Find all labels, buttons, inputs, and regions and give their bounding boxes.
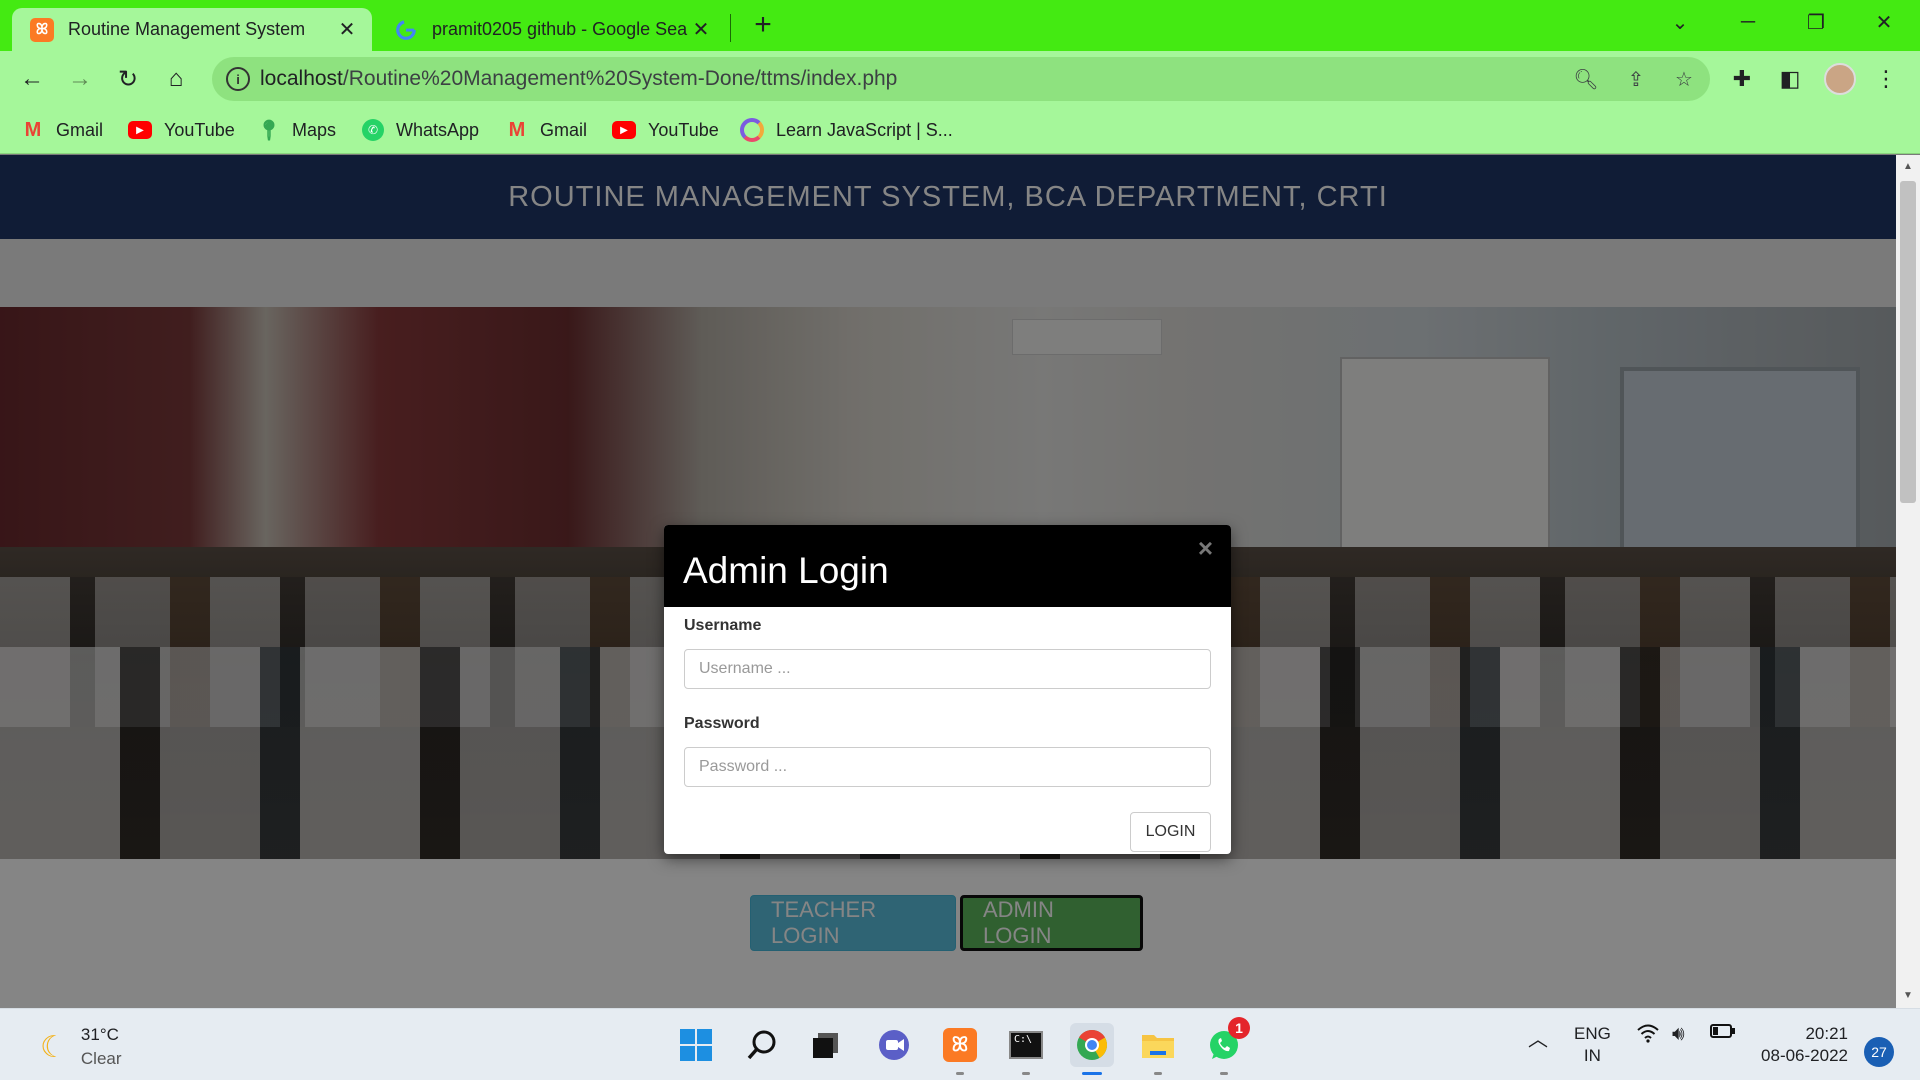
battery-icon[interactable] — [1710, 1023, 1736, 1039]
bookmark-youtube[interactable]: ▶ YouTube — [128, 116, 235, 144]
youtube-icon: ▶ — [612, 121, 636, 139]
running-indicator — [1220, 1072, 1228, 1075]
bookmark-gmail-2[interactable]: M Gmail — [506, 116, 587, 144]
youtube-icon: ▶ — [128, 121, 152, 139]
notification-count-badge[interactable]: 27 — [1864, 1037, 1894, 1067]
running-indicator — [1022, 1072, 1030, 1075]
browser-toolbar: ← → ↻ ⌂ i localhost/Routine%20Management… — [0, 51, 1920, 106]
gmail-icon: M — [24, 118, 42, 141]
zoom-icon[interactable]: 🔍︎ — [1572, 65, 1600, 93]
password-placeholder: Password ... — [699, 758, 788, 775]
modal-header: Admin Login × — [664, 525, 1231, 607]
close-tab-icon[interactable]: ✕ — [334, 17, 360, 43]
extensions-icon[interactable]: ✚ — [1724, 61, 1760, 97]
tab-search-icon[interactable]: ⌄ — [1660, 4, 1700, 40]
scrollbar-thumb[interactable] — [1900, 181, 1916, 503]
task-view-icon[interactable] — [804, 1023, 848, 1067]
web-page: ROUTINE MANAGEMENT SYSTEM, BCA DEPARTMEN… — [0, 155, 1896, 1008]
reload-icon[interactable]: ↻ — [110, 61, 146, 97]
teams-chat-icon[interactable] — [872, 1023, 916, 1067]
whatsapp-icon: ✆ — [362, 119, 384, 141]
home-icon[interactable]: ⌂ — [158, 61, 194, 97]
url-text[interactable]: localhost/Routine%20Management%20System-… — [260, 67, 897, 91]
admin-login-modal: Admin Login × Username Username ... Pass… — [664, 525, 1231, 854]
chrome-icon[interactable] — [1070, 1023, 1114, 1075]
minimize-icon[interactable]: ─ — [1728, 4, 1768, 40]
close-tab-icon[interactable]: ✕ — [688, 17, 714, 43]
whatsapp-notification-badge: 1 — [1228, 1017, 1250, 1039]
address-bar[interactable]: i localhost/Routine%20Management%20Syste… — [212, 57, 1710, 101]
tab-title: Routine Management System — [68, 19, 306, 39]
username-input[interactable]: Username ... — [684, 649, 1211, 689]
weather-widget[interactable]: ☾ 31°C Clear — [40, 1023, 122, 1071]
new-tab-button[interactable]: + — [748, 10, 778, 40]
modal-title: Admin Login — [683, 550, 889, 591]
wifi-icon[interactable] — [1636, 1023, 1660, 1043]
maps-icon: 📍︎ — [256, 119, 282, 142]
bookmark-gmail[interactable]: M Gmail — [22, 116, 103, 144]
password-input[interactable]: Password ... — [684, 747, 1211, 787]
site-info-icon[interactable]: i — [226, 67, 250, 91]
profile-avatar[interactable] — [1824, 63, 1856, 95]
xampp-icon[interactable]: ꕤ — [938, 1023, 982, 1075]
bookmark-learn-javascript[interactable]: Learn JavaScript | S... — [740, 116, 953, 144]
forward-icon[interactable]: → — [62, 61, 98, 97]
language-indicator[interactable]: ENG IN — [1574, 1023, 1611, 1067]
modal-body: Username Username ... Password Password … — [664, 607, 1231, 787]
password-label: Password — [684, 715, 760, 732]
username-placeholder: Username ... — [699, 660, 791, 677]
running-indicator — [1154, 1072, 1162, 1075]
tab-title: pramit0205 github - Google Sear — [432, 19, 688, 39]
share-icon[interactable]: ⇪ — [1622, 65, 1650, 93]
scroll-up-icon[interactable]: ▲ — [1896, 157, 1920, 177]
google-icon — [394, 18, 418, 42]
volume-icon[interactable]: 🔊︎ — [1672, 1023, 1685, 1046]
moon-icon: ☾ — [40, 1030, 67, 1064]
tab-routine-management[interactable]: ꕤ Routine Management System ✕ — [12, 8, 372, 51]
windows-taskbar: ☾ 31°C Clear ꕤ C:\ 1 ︿ ENG IN 🔊︎ 20:21 0… — [0, 1008, 1920, 1080]
terminal-icon[interactable]: C:\ — [1004, 1023, 1048, 1075]
running-indicator — [956, 1072, 964, 1075]
gmail-icon: M — [508, 118, 526, 141]
system-clock[interactable]: 20:21 08-06-2022 — [1752, 1023, 1848, 1067]
more-menu-icon[interactable]: ⋮ — [1868, 61, 1904, 97]
bookmark-star-icon[interactable]: ☆ — [1670, 65, 1698, 93]
file-explorer-icon[interactable] — [1136, 1023, 1180, 1075]
scroll-down-icon[interactable]: ▼ — [1896, 986, 1920, 1006]
weather-condition: Clear — [80, 1049, 122, 1068]
show-hidden-icons[interactable]: ︿ — [1528, 1023, 1548, 1052]
back-icon[interactable]: ← — [14, 61, 50, 97]
active-indicator — [1082, 1072, 1102, 1075]
bookmark-youtube-2[interactable]: ▶ YouTube — [612, 116, 719, 144]
weather-temp: 31°C — [80, 1025, 119, 1044]
bookmark-whatsapp[interactable]: ✆ WhatsApp — [362, 116, 479, 144]
xampp-icon: ꕤ — [30, 17, 54, 42]
tab-google-search[interactable]: pramit0205 github - Google Sear ✕ — [376, 8, 726, 51]
bookmarks-bar: M Gmail ▶ YouTube 📍︎ Maps ✆ WhatsApp M G… — [0, 106, 1920, 154]
bookmark-maps[interactable]: 📍︎ Maps — [256, 116, 336, 144]
page-scrollbar[interactable]: ▲ ▼ — [1896, 155, 1920, 1008]
username-label: Username — [684, 617, 762, 634]
side-panel-icon[interactable]: ◧ — [1772, 61, 1808, 97]
close-modal-icon[interactable]: × — [1198, 533, 1213, 564]
browser-tab-bar: ꕤ Routine Management System ✕ pramit0205… — [0, 0, 1920, 51]
whatsapp-icon[interactable]: 1 — [1202, 1017, 1250, 1075]
windows-start-icon[interactable] — [674, 1023, 718, 1067]
login-submit-button[interactable]: LOGIN — [1130, 812, 1211, 852]
close-window-icon[interactable]: ✕ — [1864, 4, 1904, 40]
tab-separator — [730, 14, 731, 42]
restore-icon[interactable]: ❐ — [1796, 4, 1836, 40]
javascript-course-icon — [740, 118, 764, 142]
search-icon[interactable] — [740, 1023, 784, 1067]
